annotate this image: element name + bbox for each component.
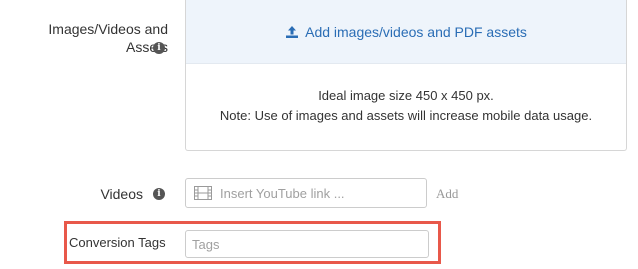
image-size-note: Ideal image size 450 x 450 px. <box>318 88 494 103</box>
youtube-link-field[interactable] <box>185 178 427 208</box>
add-assets-button[interactable]: Add images/videos and PDF assets <box>285 24 527 40</box>
upload-header: Add images/videos and PDF assets <box>186 0 626 64</box>
tags-input[interactable] <box>185 230 429 258</box>
info-icon[interactable]: i <box>153 42 165 54</box>
form-page: Images/Videos and Assets i Add images/vi… <box>0 0 638 269</box>
data-usage-note: Note: Use of images and assets will incr… <box>219 108 593 123</box>
info-icon[interactable]: i <box>153 188 165 200</box>
upload-icon <box>286 25 299 38</box>
film-icon <box>194 186 212 200</box>
assets-label: Images/Videos and Assets <box>48 21 168 55</box>
conversion-tags-label: Conversion Tags <box>69 235 166 250</box>
asset-upload-panel: Add images/videos and PDF assets Ideal i… <box>185 0 627 151</box>
add-video-button[interactable]: Add <box>436 186 458 202</box>
youtube-link-input[interactable] <box>220 185 420 201</box>
videos-label: Videos <box>100 186 143 202</box>
add-assets-label: Add images/videos and PDF assets <box>305 23 527 40</box>
upload-info: Ideal image size 450 x 450 px. Note: Use… <box>186 64 626 126</box>
